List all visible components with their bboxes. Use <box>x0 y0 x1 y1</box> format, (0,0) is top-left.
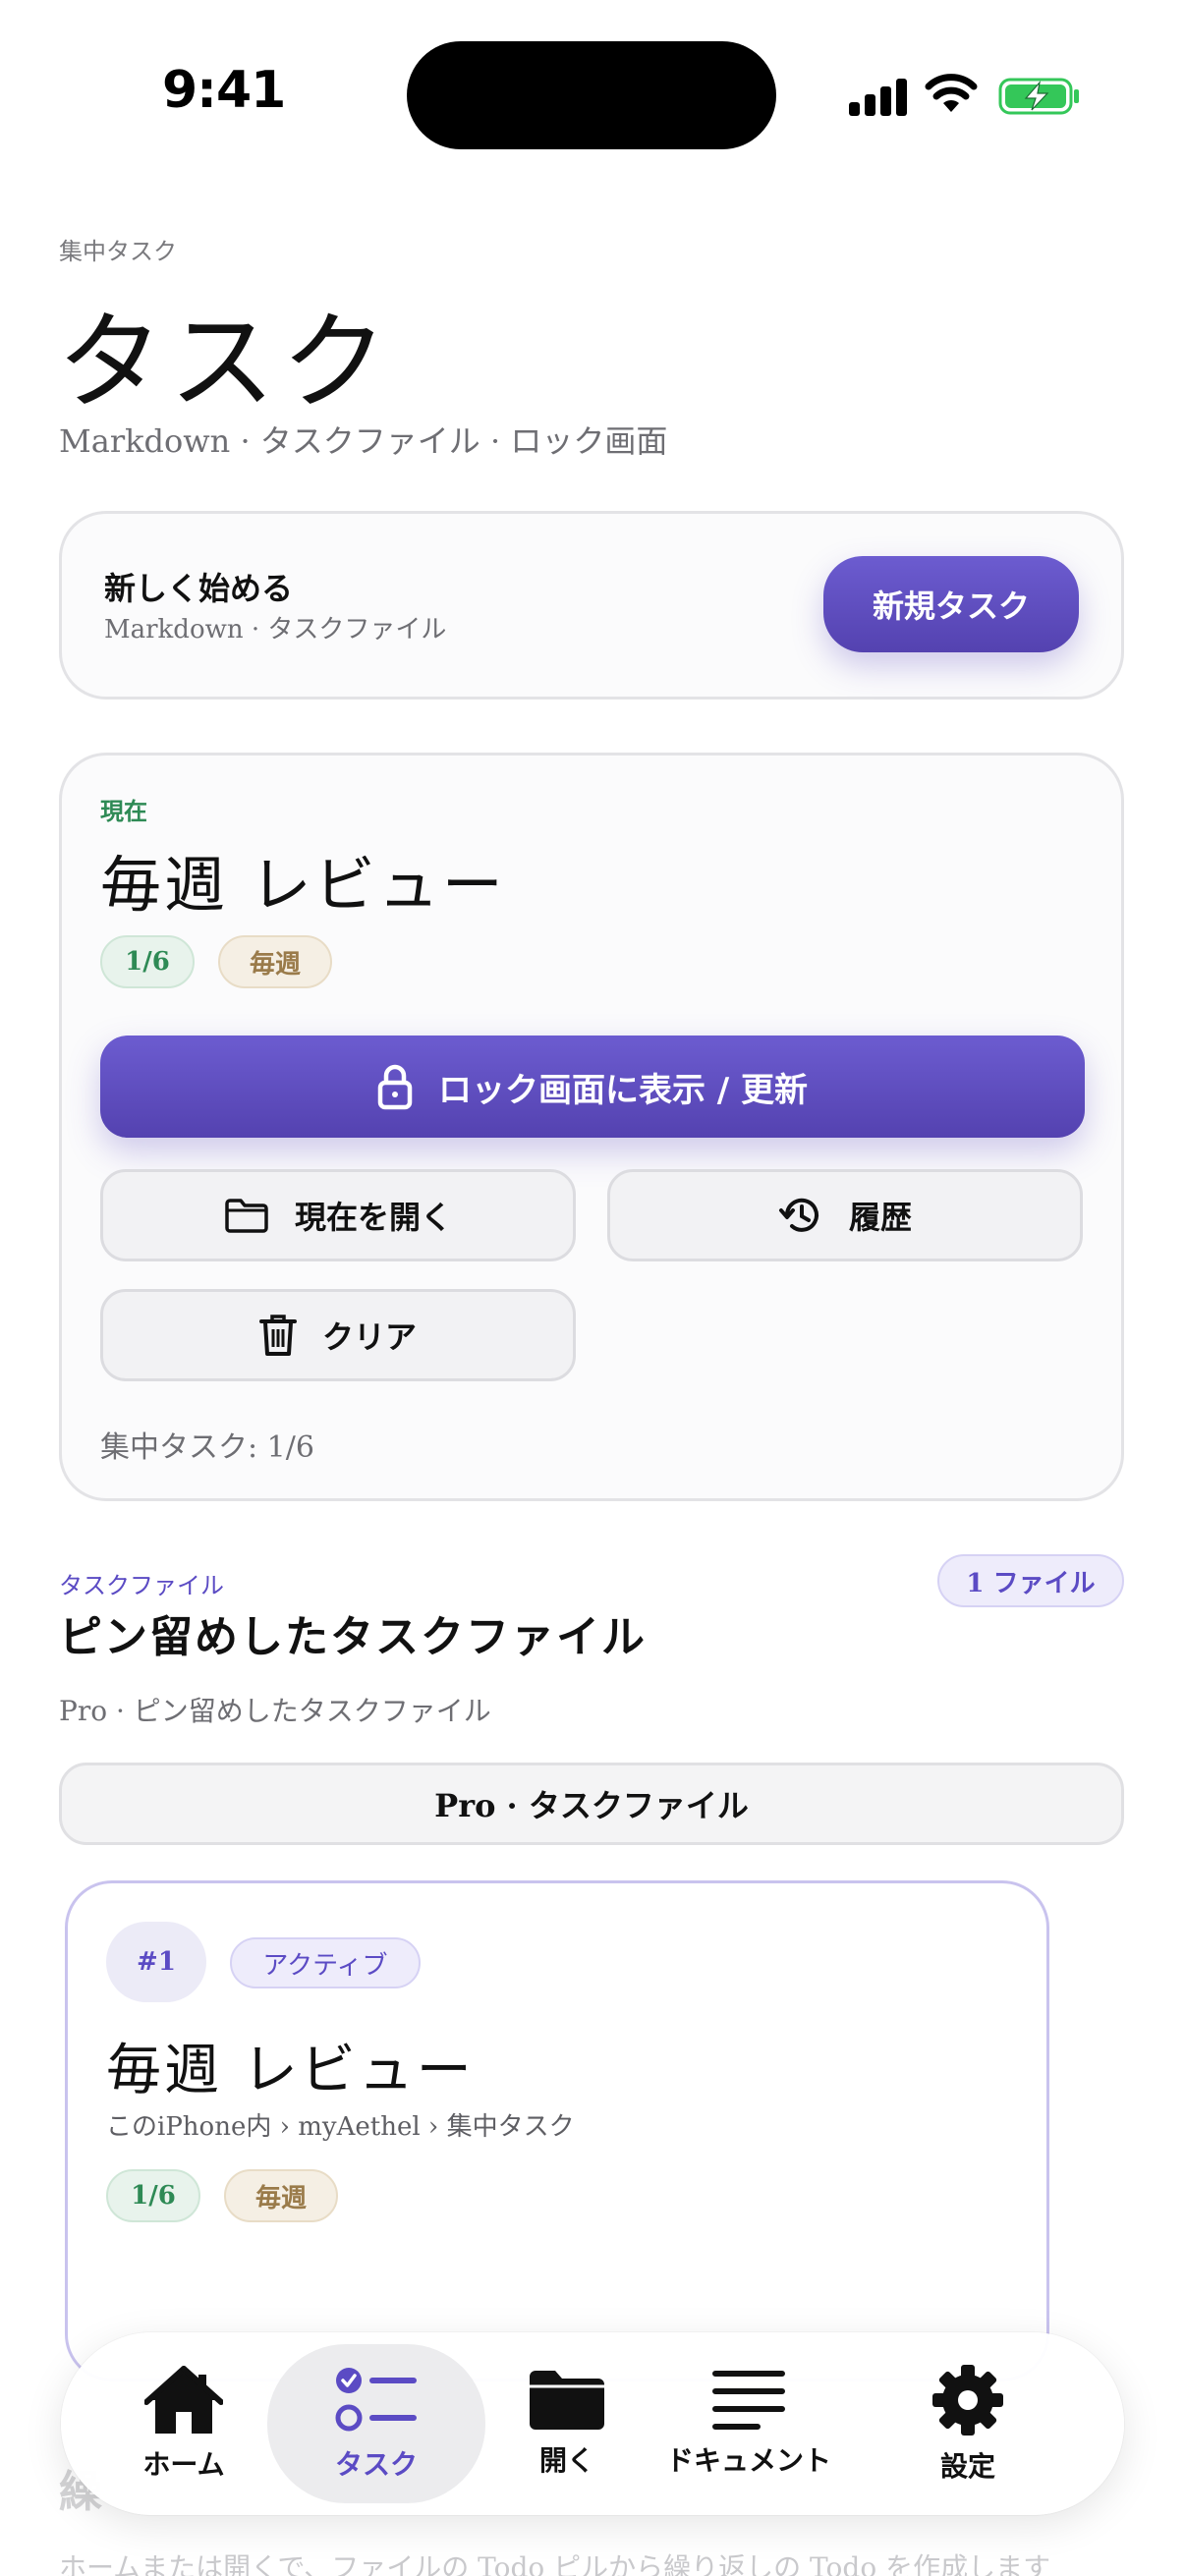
file-path: このiPhone内 › myAethel › 集中タスク <box>106 2112 575 2142</box>
folder-icon <box>530 2371 604 2430</box>
file-title: 毎週 レビュー <box>106 2039 475 2102</box>
tab-bar: ホーム タスク 開く ドキュメント 設定 <box>61 2332 1124 2515</box>
page-title: タスク <box>57 302 394 424</box>
tab-home-label: ホーム <box>142 2448 225 2481</box>
history-button[interactable]: 履歴 <box>607 1169 1083 1261</box>
cellular-signal-icon <box>849 77 908 116</box>
trash-icon <box>258 1315 297 1356</box>
section-kicker: 集中タスク <box>59 238 177 265</box>
clear-button[interactable]: クリア <box>100 1289 576 1381</box>
history-label: 履歴 <box>848 1199 912 1236</box>
tab-documents[interactable]: ドキュメント <box>650 2332 847 2515</box>
show-on-lock-screen-label: ロック画面に表示 / 更新 <box>437 1070 809 1110</box>
file-count-badge: 1 ファイル <box>937 1554 1124 1607</box>
active-badge: アクティブ <box>230 1937 421 1988</box>
clear-label: クリア <box>321 1318 417 1356</box>
tab-tasks-label: タスク <box>334 2448 418 2481</box>
frequency-badge: 毎週 <box>218 935 332 988</box>
tab-tasks[interactable]: タスク <box>267 2344 485 2503</box>
lock-icon <box>377 1064 413 1110</box>
tab-settings[interactable]: 設定 <box>904 2332 1032 2515</box>
dynamic-island <box>407 41 776 149</box>
house-icon <box>144 2366 223 2434</box>
focus-task-status: 集中タスク: 1/6 <box>100 1430 314 1465</box>
tab-home[interactable]: ホーム <box>100 2332 267 2515</box>
tab-open-label: 開く <box>538 2444 594 2477</box>
gear-icon <box>932 2365 1003 2436</box>
task-files-kicker: タスクファイル <box>59 1572 224 1599</box>
folder-icon <box>225 1199 268 1233</box>
pinned-task-files-subtitle: Pro · ピン留めしたタスクファイル <box>59 1695 491 1727</box>
show-on-lock-screen-button[interactable]: ロック画面に表示 / 更新 <box>100 1036 1085 1138</box>
status-time: 9:41 <box>162 61 286 120</box>
status-bar: 9:41 <box>0 0 1185 187</box>
tab-settings-label: 設定 <box>939 2450 995 2483</box>
start-new-title: 新しく始める <box>104 570 294 607</box>
file-progress-badge: 1/6 <box>106 2169 200 2222</box>
open-current-button[interactable]: 現在を開く <box>100 1169 576 1261</box>
start-new-subtitle: Markdown · タスクファイル <box>104 615 447 644</box>
current-task-title: 毎週 レビュー <box>100 849 506 921</box>
progress-badge: 1/6 <box>100 935 195 988</box>
current-label: 現在 <box>100 797 147 825</box>
file-number-badge: #1 <box>106 1922 206 2002</box>
new-task-button[interactable]: 新規タスク <box>823 556 1079 652</box>
history-icon <box>778 1198 818 1232</box>
text-lines-icon <box>712 2371 785 2430</box>
checklist-icon <box>335 2368 417 2432</box>
wifi-icon <box>925 74 978 112</box>
recurring-section-text: ホームまたは開くで、ファイルの Todo ピルから繰り返しの Todo を作成し… <box>59 2551 1051 2576</box>
battery-charging-icon <box>998 78 1079 115</box>
file-frequency-badge: 毎週 <box>224 2169 338 2222</box>
page-subtitle: Markdown · タスクファイル · ロック画面 <box>59 422 668 460</box>
tab-open[interactable]: 開く <box>503 2332 631 2515</box>
open-current-label: 現在を開く <box>294 1199 452 1236</box>
pinned-task-files-title: ピン留めしたタスクファイル <box>59 1612 647 1662</box>
tab-documents-label: ドキュメント <box>665 2444 831 2477</box>
pro-task-files-button[interactable]: Pro · タスクファイル <box>59 1763 1124 1845</box>
